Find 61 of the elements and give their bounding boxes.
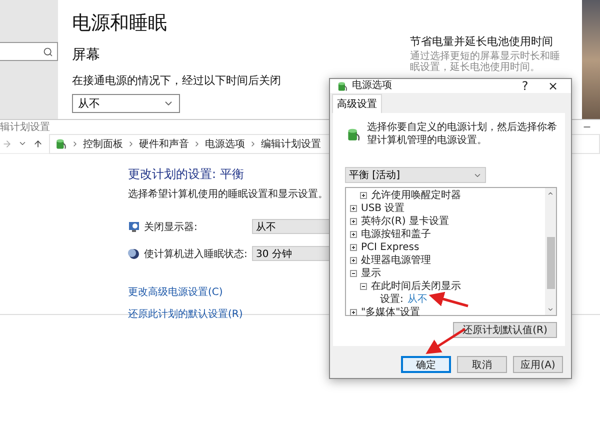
- expand-icon[interactable]: [350, 205, 357, 212]
- expand-icon[interactable]: [350, 309, 357, 316]
- collapse-icon[interactable]: [350, 270, 357, 277]
- collapse-icon[interactable]: [360, 283, 367, 290]
- link[interactable]: 还原此计划的默认设置(R): [128, 307, 243, 321]
- breadcrumb-item[interactable]: 编辑计划设置: [261, 136, 321, 150]
- tree-item[interactable]: USB 设置: [361, 202, 405, 214]
- search-icon: [43, 46, 53, 56]
- expand-icon[interactable]: [350, 231, 357, 238]
- setting-value[interactable]: 从不: [407, 294, 428, 306]
- breadcrumb-item[interactable]: 电源选项: [205, 136, 245, 150]
- expand-icon[interactable]: [350, 218, 357, 225]
- moon-icon: [128, 248, 140, 260]
- up-icon[interactable]: [33, 138, 43, 148]
- plan-subtitle: 选择希望计算机使用的睡眠设置和显示设置。: [128, 188, 328, 201]
- tree-item[interactable]: 在此时间后关闭显示: [371, 280, 461, 292]
- scroll-down-icon[interactable]: [547, 306, 554, 313]
- chevron-icon: [249, 140, 257, 148]
- side-description: 通过选择更短的屏幕显示时长和睡眠设置，延长电池使用时间。: [410, 51, 561, 73]
- breadcrumb-item[interactable]: 硬件和声音: [139, 136, 189, 150]
- expand-icon[interactable]: [360, 192, 367, 199]
- expand-icon[interactable]: [350, 244, 357, 251]
- tree-item[interactable]: 处理器电源管理: [361, 254, 431, 266]
- chevron-icon: [127, 140, 135, 148]
- dialog-title: 电源选项: [352, 80, 393, 92]
- tree-item[interactable]: "多媒体"设置: [361, 306, 420, 318]
- plan-heading: 更改计划的设置: 平衡: [128, 166, 244, 183]
- tree-item[interactable]: 电源按钮和盖子: [361, 228, 431, 240]
- power-plug-icon: [336, 80, 348, 92]
- setting-label: 关闭显示器:: [144, 220, 198, 234]
- search-field[interactable]: [0, 42, 58, 61]
- setting-label: 在接通电源的情况下，经过以下时间后关闭: [72, 73, 281, 88]
- dropdown[interactable]: 从不: [72, 94, 180, 113]
- setting-label: 设置:: [380, 294, 404, 306]
- scrollbar[interactable]: [545, 188, 556, 315]
- breadcrumb-item[interactable]: 控制面板: [83, 136, 123, 150]
- dialog-button[interactable]: 应用(A): [513, 356, 563, 373]
- setting-label: 使计算机进入睡眠状态:: [144, 248, 248, 260]
- tree-item[interactable]: 显示: [361, 268, 381, 280]
- monitor-icon: [128, 220, 140, 232]
- chevron-icon: [193, 140, 201, 148]
- expand-icon[interactable]: [350, 257, 357, 264]
- link[interactable]: 更改高级电源设置(C): [128, 285, 223, 299]
- close-button[interactable]: ×: [541, 79, 565, 93]
- chevron-icon[interactable]: [18, 139, 27, 148]
- side-title: 节省电量并延长电池使用时间: [410, 34, 554, 49]
- plan-dropdown[interactable]: 平衡 [活动]: [345, 167, 486, 183]
- tree-item[interactable]: 英特尔(R) 显卡设置: [361, 216, 449, 228]
- power-plug-icon: [54, 137, 67, 150]
- tab[interactable]: 高级设置: [332, 94, 382, 113]
- chevron-icon: [71, 140, 79, 148]
- dialog-button[interactable]: 确定: [401, 356, 451, 373]
- tree-item[interactable]: PCI Express: [361, 242, 420, 254]
- section-title: 屏幕: [72, 46, 100, 64]
- scroll-up-icon[interactable]: [547, 190, 554, 197]
- tree-item[interactable]: 允许使用唤醒定时器: [371, 190, 461, 202]
- help-button[interactable]: ?: [513, 79, 537, 93]
- window-title: 辑计划设置: [0, 120, 50, 134]
- dialog-button[interactable]: 取消: [457, 356, 507, 373]
- annotation-arrow: [428, 292, 468, 308]
- page-title: 电源和睡眠: [72, 11, 167, 36]
